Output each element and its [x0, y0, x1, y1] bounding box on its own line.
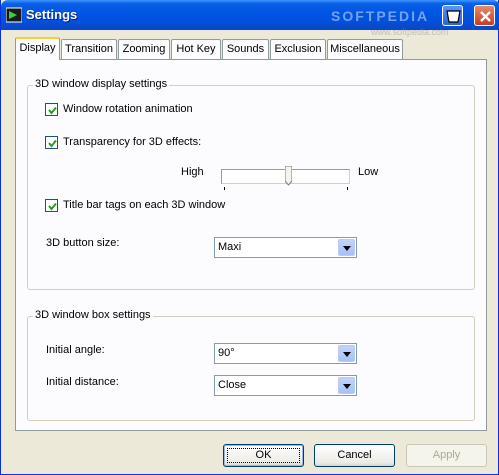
watermark: SOFTPEDIA [331, 8, 430, 24]
close-icon [480, 11, 491, 22]
dropdown-button[interactable] [338, 345, 355, 362]
initial-angle-value: 90° [218, 347, 235, 359]
title-bar-checkbox-row[interactable]: Title bar tags on each 3D window [45, 199, 285, 213]
slider-tick-min [224, 187, 225, 190]
title-bar[interactable]: Settings SOFTPEDIA [1, 0, 499, 30]
initial-angle-label: Initial angle: [46, 344, 105, 356]
tab-transition[interactable]: Transition [61, 39, 117, 59]
title-bar-checkbox-label: Title bar tags on each 3D window [63, 199, 226, 211]
window-title: Settings [26, 7, 78, 22]
cancel-button-label: Cancel [337, 449, 372, 461]
transparency-checkbox-label: Transparency for 3D effects: [63, 136, 202, 148]
box-settings-group: 3D window box settings [27, 309, 475, 421]
tab-miscellaneous[interactable]: Miscellaneous [327, 39, 403, 59]
tab-zooming[interactable]: Zooming [118, 39, 170, 59]
watermark-url: www.softpedia.com [371, 27, 449, 37]
button-size-select[interactable]: Maxi [214, 237, 357, 258]
focus-rect [227, 448, 300, 463]
tab-hot-key[interactable]: Hot Key [171, 39, 221, 59]
settings-window: Settings SOFTPEDIA www.softpedia.com Dis… [0, 0, 499, 475]
initial-distance-label: Initial distance: [46, 376, 119, 388]
initial-distance-select[interactable]: Close [214, 375, 357, 396]
checkmark-icon [48, 106, 57, 115]
tab-exclusion[interactable]: Exclusion [270, 39, 326, 59]
tab-display[interactable]: Display [15, 37, 60, 60]
transparency-slider-thumb[interactable] [285, 166, 293, 186]
transparency-checkbox-row[interactable]: Transparency for 3D effects: [45, 136, 265, 150]
display-settings-group-title: 3D window display settings [33, 78, 170, 90]
ok-button[interactable]: OK [223, 444, 304, 467]
button-size-value: Maxi [218, 241, 242, 253]
dropdown-button[interactable] [338, 239, 355, 256]
checkmark-icon [48, 139, 57, 148]
close-button[interactable] [474, 5, 495, 26]
trapezoid-icon [446, 10, 461, 23]
window-3d-icon-button[interactable] [442, 5, 463, 26]
button-size-label: 3D button size: [46, 237, 120, 249]
slider-low-label: Low [358, 166, 379, 178]
rotation-checkbox-row[interactable]: Window rotation animation [45, 103, 245, 117]
display-tab-panel: 3D window display settings Window rotati… [15, 59, 487, 431]
initial-distance-value: Close [218, 379, 247, 391]
rotation-checkbox-label: Window rotation animation [63, 103, 193, 115]
app-icon [6, 7, 22, 23]
title-bar-checkbox[interactable] [45, 199, 58, 212]
slider-high-label: High [181, 166, 204, 178]
chevron-down-icon [343, 384, 351, 389]
box-settings-group-title: 3D window box settings [33, 309, 153, 321]
checkmark-icon [48, 202, 57, 211]
cancel-button[interactable]: Cancel [314, 444, 395, 467]
apply-button[interactable]: Apply [406, 444, 487, 467]
tab-sounds[interactable]: Sounds [222, 39, 269, 59]
transparency-checkbox[interactable] [45, 136, 58, 149]
apply-button-label: Apply [432, 449, 461, 461]
slider-tick-max [347, 187, 348, 190]
dropdown-button[interactable] [338, 377, 355, 394]
rotation-checkbox[interactable] [45, 103, 58, 116]
chevron-down-icon [343, 246, 351, 251]
chevron-down-icon [343, 352, 351, 357]
initial-angle-select[interactable]: 90° [214, 343, 357, 364]
